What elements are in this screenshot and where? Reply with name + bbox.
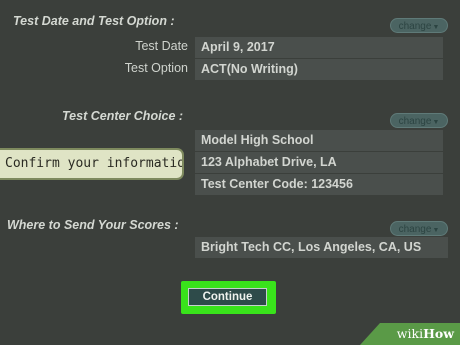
test-option-value: ACT(No Writing) [195,59,443,80]
test-date-section-title: Test Date and Test Option : [13,14,175,28]
change-button-label: change [398,116,432,127]
wikihow-suffix: How [423,326,454,341]
test-center-name: Model High School [195,130,443,151]
change-scores-button[interactable]: change▼ [390,221,448,236]
change-test-date-button[interactable]: change▼ [390,18,448,33]
wikihow-watermark: wikiHow [360,323,460,345]
dropdown-arrow-icon: ▼ [432,119,440,126]
dropdown-arrow-icon: ▼ [432,227,440,234]
change-button-label: change [398,224,432,235]
confirm-info-callout: Confirm your information [0,148,184,180]
test-center-code: Test Center Code: 123456 [195,174,443,195]
continue-button[interactable]: Continue [188,288,267,306]
test-date-label: Test Date [135,39,188,53]
continue-highlight: Continue [181,281,276,314]
change-button-label: change [398,21,432,32]
test-date-value: April 9, 2017 [195,37,443,58]
test-center-address: 123 Alphabet Drive, LA [195,152,443,173]
change-test-center-button[interactable]: change▼ [390,113,448,128]
test-option-label: Test Option [124,61,188,75]
send-scores-section-title: Where to Send Your Scores : [7,218,179,232]
test-center-section-title: Test Center Choice : [62,109,184,123]
wikihow-prefix: wiki [396,326,424,341]
dropdown-arrow-icon: ▼ [432,24,440,31]
score-recipient-value: Bright Tech CC, Los Angeles, CA, US [195,237,448,258]
